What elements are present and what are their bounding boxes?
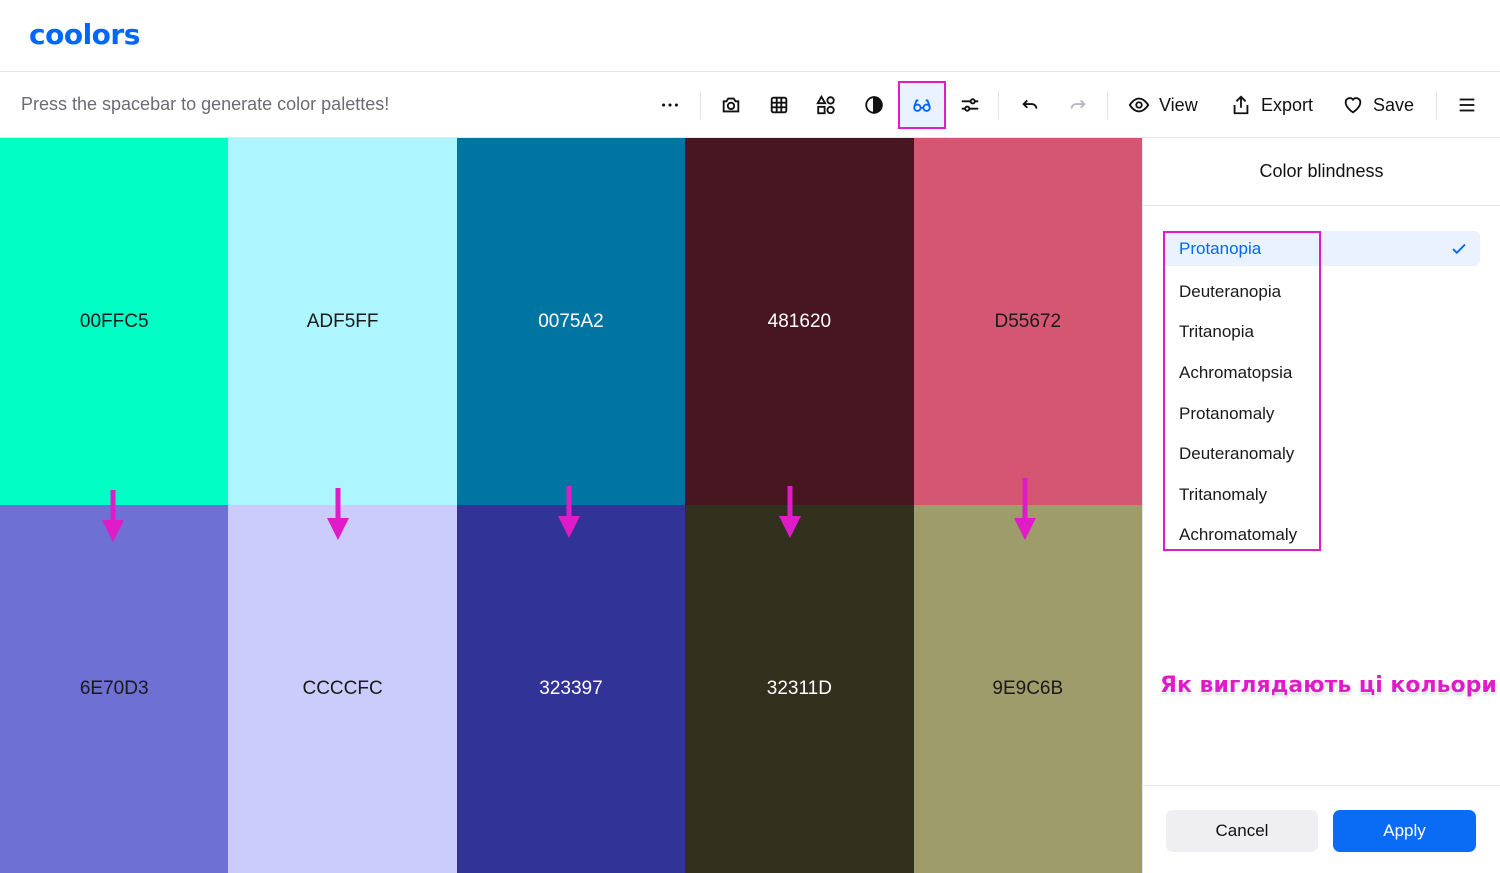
toolbar-separator — [998, 91, 999, 119]
original-swatch[interactable]: D55672 — [913, 138, 1142, 505]
simulated-swatch[interactable]: 323397 — [456, 505, 686, 873]
option-label: Protanopia — [1179, 238, 1262, 258]
arrow-down-icon — [558, 486, 580, 538]
export-button[interactable]: Export — [1230, 83, 1313, 127]
toolbar: Press the spacebar to generate color pal… — [0, 72, 1500, 138]
save-button[interactable]: Save — [1342, 83, 1414, 127]
hex-label[interactable]: 481620 — [768, 311, 831, 333]
original-swatch[interactable]: ADF5FF — [228, 138, 457, 505]
panel-title: Color blindness — [1143, 138, 1500, 206]
check-icon — [1452, 243, 1466, 255]
more-icon[interactable] — [648, 83, 692, 127]
original-swatch[interactable]: 00FFC5 — [0, 138, 229, 505]
undo-icon[interactable] — [1008, 83, 1052, 127]
option-label: Deuteranomaly — [1179, 444, 1295, 464]
option-achromatomaly[interactable]: Achromatomaly — [1163, 515, 1480, 556]
option-tritanopia[interactable]: Tritanopia — [1163, 312, 1480, 353]
option-label: Tritanomaly — [1179, 484, 1268, 504]
hex-label[interactable]: 9E9C6B — [992, 678, 1063, 700]
save-label: Save — [1373, 94, 1415, 115]
export-label: Export — [1261, 94, 1314, 115]
annotation-text: Як виглядають ці кольори — [1160, 673, 1497, 698]
hex-label[interactable]: 6E70D3 — [80, 678, 149, 700]
sliders-icon[interactable] — [948, 83, 992, 127]
eye-icon — [1128, 97, 1150, 113]
option-label: Tritanopia — [1179, 322, 1254, 342]
palette: 00FFC5 6E70D3 ADF5FF CCCCFC 0075A2 32339… — [0, 138, 1142, 873]
camera-icon[interactable] — [709, 83, 753, 127]
option-protanomaly[interactable]: Protanomaly — [1163, 393, 1480, 434]
heart-icon — [1344, 97, 1362, 114]
apply-button[interactable]: Apply — [1333, 810, 1476, 852]
arrow-down-icon — [1014, 478, 1036, 540]
spacebar-hint: Press the spacebar to generate color pal… — [21, 94, 390, 114]
toolbar-separator — [700, 91, 701, 119]
simulated-swatch[interactable]: 9E9C6B — [913, 505, 1142, 873]
hex-label[interactable]: D55672 — [995, 311, 1062, 333]
arrow-down-icon — [779, 486, 801, 538]
view-button[interactable]: View — [1128, 83, 1198, 127]
cancel-button[interactable]: Cancel — [1166, 810, 1318, 852]
arrow-down-icon — [327, 488, 349, 540]
redo-icon[interactable] — [1056, 83, 1100, 127]
original-swatch[interactable]: 0075A2 — [456, 138, 686, 505]
option-achromatopsia[interactable]: Achromatopsia — [1163, 353, 1480, 394]
original-swatch[interactable]: 481620 — [685, 138, 914, 505]
option-deuteranopia[interactable]: Deuteranopia — [1163, 272, 1480, 313]
top-bar: coolors — [0, 0, 1500, 72]
hex-label[interactable]: 323397 — [539, 678, 602, 700]
shapes-icon[interactable] — [804, 83, 848, 127]
glasses-icon[interactable] — [898, 81, 946, 129]
hex-label[interactable]: ADF5FF — [307, 311, 379, 333]
view-label: View — [1159, 94, 1198, 115]
hex-label[interactable]: 32311D — [767, 678, 832, 700]
grid-icon[interactable] — [757, 83, 801, 127]
toolbar-separator — [1107, 91, 1108, 119]
option-deuteranomaly[interactable]: Deuteranomaly — [1163, 434, 1480, 475]
contrast-icon[interactable] — [852, 83, 896, 127]
option-label: Achromatopsia — [1179, 363, 1293, 383]
option-label: Protanomaly — [1179, 403, 1275, 423]
option-label: Deuteranopia — [1179, 281, 1282, 301]
share-icon — [1233, 95, 1249, 115]
simulated-swatch[interactable]: CCCCFC — [228, 505, 457, 873]
coolors-logo[interactable]: coolors — [29, 18, 140, 51]
arrow-down-icon — [102, 490, 124, 542]
toolbar-separator — [1436, 91, 1437, 119]
panel-footer: Cancel Apply — [1143, 785, 1500, 873]
option-protanopia[interactable]: Protanopia — [1163, 231, 1480, 266]
simulated-swatch[interactable]: 32311D — [685, 505, 914, 873]
hex-label[interactable]: 0075A2 — [538, 311, 604, 333]
menu-icon[interactable] — [1445, 83, 1489, 127]
color-blindness-panel: Color blindness Protanopia Deuteranopia … — [1142, 138, 1500, 873]
simulated-swatch[interactable]: 6E70D3 — [0, 505, 229, 873]
option-label: Achromatomaly — [1179, 525, 1298, 545]
option-tritanomaly[interactable]: Tritanomaly — [1163, 475, 1480, 516]
hex-label[interactable]: 00FFC5 — [80, 311, 149, 333]
color-blindness-options: Protanopia Deuteranopia Tritanopia Achro… — [1163, 231, 1480, 556]
hex-label[interactable]: CCCCFC — [302, 678, 382, 700]
